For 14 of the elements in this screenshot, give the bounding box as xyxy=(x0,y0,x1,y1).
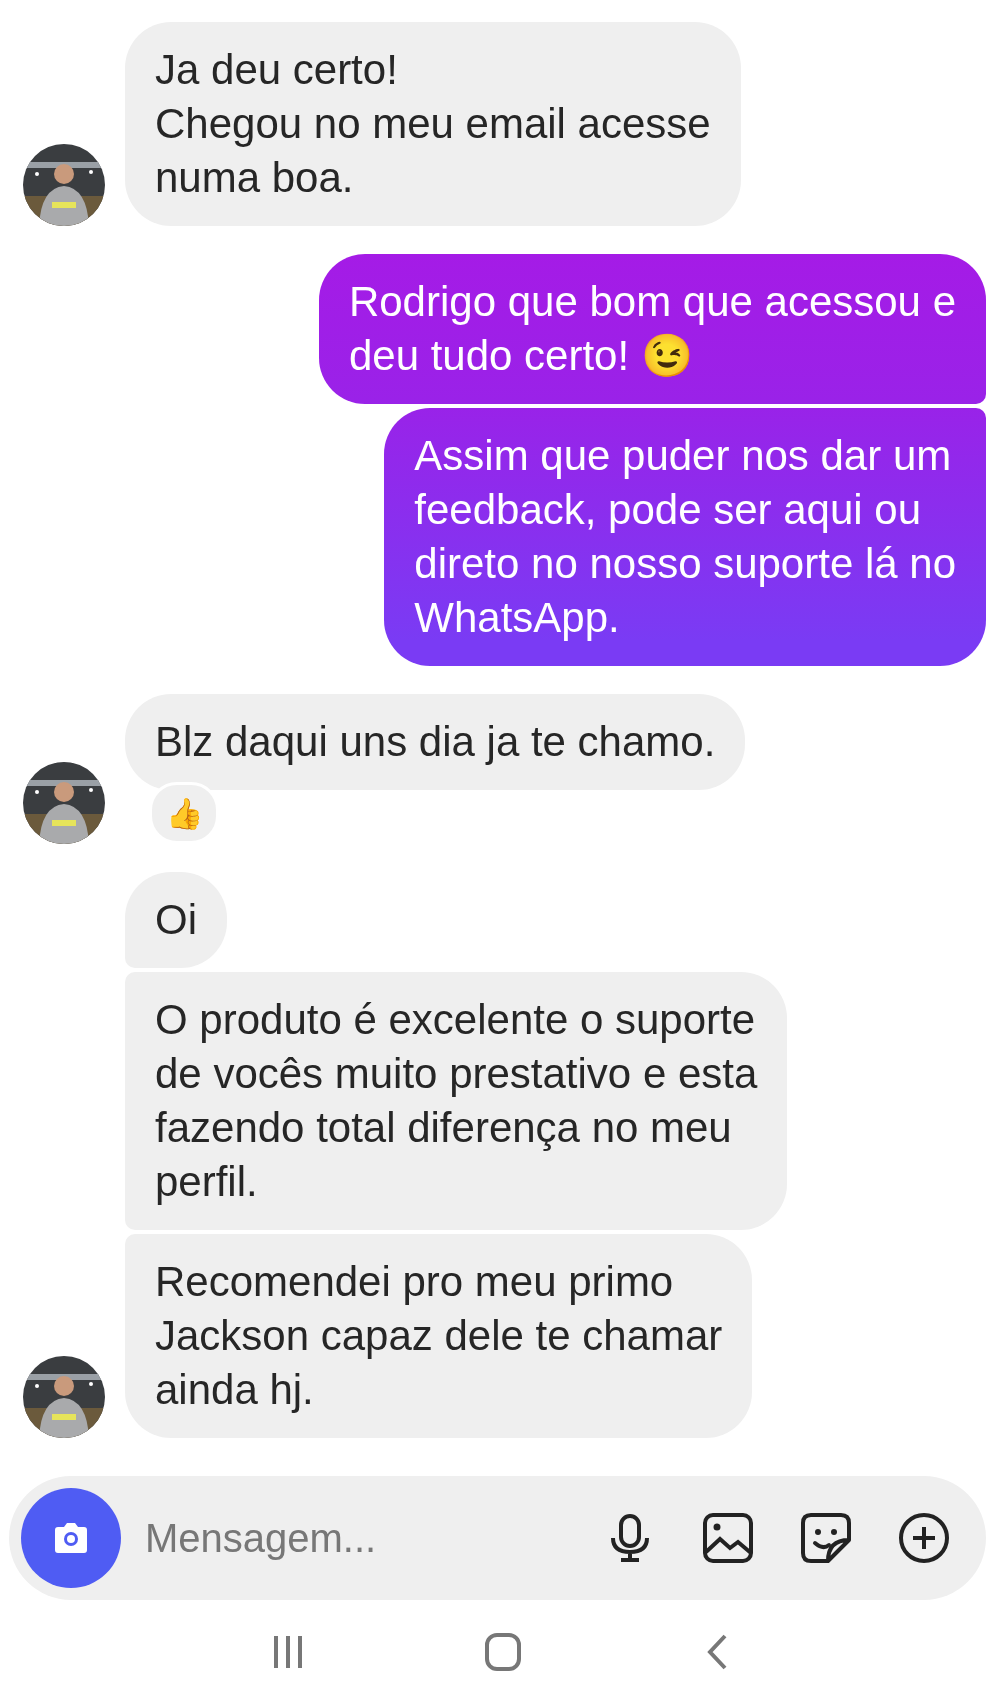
sticker-icon[interactable] xyxy=(798,1510,854,1566)
message-bubble: Rodrigo que bom que acessou e deu tudo certo! 😉 xyxy=(318,254,986,404)
message-bubble: O produto é excelente o suporte de vocês muito prestativo e esta fazendo total diferença no meu perfil. xyxy=(125,972,788,1230)
message-field[interactable]: Mensagem... xyxy=(143,1514,560,1562)
message-bubble: Ja deu certo! Chegou no meu email acesse numa boa. xyxy=(125,22,741,226)
camera-button[interactable] xyxy=(21,1488,121,1588)
reaction[interactable]: 👍 xyxy=(149,782,219,844)
message-bubble: Recomendei pro meu primo Jackson capaz dele te chamar ainda hj. xyxy=(125,1234,753,1438)
image-icon[interactable] xyxy=(700,1510,756,1566)
message-bubble: Blz daqui uns dia ja te chamo. xyxy=(125,694,746,790)
message-bubble: Oi xyxy=(125,872,227,968)
plus-icon[interactable] xyxy=(896,1510,952,1566)
message-bubble: Assim que puder nos dar um feedback, pode ser aqui ou direto no nosso suporte lá no WhatsApp. xyxy=(384,408,986,666)
home-icon[interactable] xyxy=(483,1632,523,1672)
